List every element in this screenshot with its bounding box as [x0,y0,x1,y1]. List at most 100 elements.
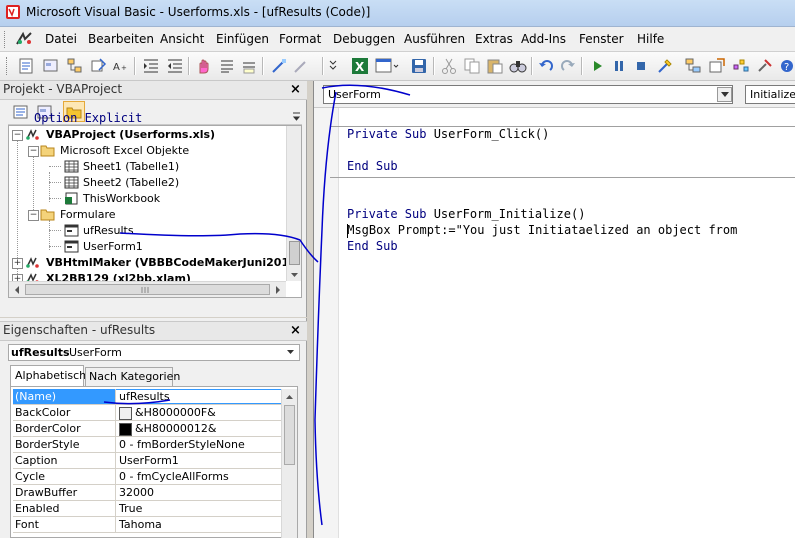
menu-einfuegen[interactable]: Einfügen [216,32,269,46]
properties-vscroll-thumb[interactable] [284,405,295,465]
property-row[interactable]: BackColor &H8000000F& [13,405,281,421]
find-icon[interactable] [509,57,527,75]
object-combo-button[interactable] [717,87,732,102]
toolbar-options-chevron-icon[interactable] [328,57,338,75]
font-size-icon[interactable]: A + [112,57,130,75]
save-icon[interactable] [410,57,428,75]
properties2-icon[interactable] [708,57,726,75]
property-value[interactable]: Tahoma [119,518,162,531]
scroll-up-icon[interactable] [285,393,294,400]
undo-icon[interactable] [537,57,555,75]
property-value[interactable]: &H8000000F& [135,406,216,419]
toolbar-help-icon[interactable]: ? [780,57,794,75]
quickinfo-icon[interactable] [240,57,258,75]
property-row[interactable]: BorderStyle 0 - fmBorderStyleNone [13,437,281,453]
margin-indicator-bar[interactable] [314,108,339,538]
object-browser-icon[interactable] [732,57,750,75]
object-combo[interactable]: UserForm [323,85,733,104]
comment-block-icon[interactable] [270,57,288,75]
view-object-icon[interactable] [42,57,60,75]
break-icon[interactable] [610,57,628,75]
properties-vertical-scrollbar[interactable] [281,389,297,538]
property-value[interactable]: 0 - fmCycleAllForms [119,470,229,483]
project-explorer-icon[interactable] [66,57,84,75]
tree-expand-icon[interactable]: + [12,258,23,269]
menu-datei[interactable]: Datei [45,32,77,46]
tree-hscroll-thumb[interactable] [25,284,270,295]
property-row[interactable]: BorderColor &H80000012& [13,421,281,437]
uncomment-block-icon[interactable] [292,57,310,75]
tree-horizontal-scrollbar[interactable] [9,281,286,297]
scroll-right-icon[interactable] [274,286,282,294]
properties-icon[interactable] [90,57,108,75]
design-mode-icon[interactable] [656,57,674,75]
property-value[interactable]: True [119,502,142,515]
tree-collapse-icon[interactable]: − [12,130,23,141]
tree-vertical-scrollbar[interactable] [286,126,301,281]
dropdown-arrow-icon[interactable] [286,349,295,356]
indent-icon[interactable] [142,57,160,75]
property-row[interactable]: Enabled True [13,501,281,517]
tab-alphabetical[interactable]: Alphabetisch [10,365,86,386]
toolbar-grip-left[interactable] [6,57,8,75]
tree-item-vbhtmlmaker[interactable]: VBHtmlMaker (VBBBCodeMakerJuni2016.x [46,256,301,269]
tab-categories[interactable]: Nach Kategorien [85,367,180,386]
scroll-down-icon[interactable] [290,271,299,279]
project-tree[interactable]: − VBAProject (Userforms.xls) − Microsoft… [8,125,302,298]
run-icon[interactable] [588,57,606,75]
cut-icon[interactable] [440,57,458,75]
menu-extras[interactable]: Extras [475,32,513,46]
tree-item-sheet1[interactable]: Sheet1 (Tabelle1) [83,160,179,173]
tree-item-ufresults[interactable]: ufResults [83,224,134,237]
procedure-combo[interactable]: Initialize [745,85,795,104]
menu-format[interactable]: Format [279,32,321,46]
project-explorer2-icon[interactable] [684,57,702,75]
menu-hilfe[interactable]: Hilfe [637,32,664,46]
view-code-icon[interactable] [18,57,36,75]
property-value[interactable]: 32000 [119,486,154,499]
tree-item-sheet2[interactable]: Sheet2 (Tabelle2) [83,176,179,189]
tree-item-userform1[interactable]: UserForm1 [83,240,143,253]
paste-icon[interactable] [486,57,504,75]
tree-item-forms[interactable]: Formulare [60,208,116,221]
view-code-icon[interactable] [13,104,29,120]
toolbox-icon[interactable] [756,57,774,75]
menu-bearbeiten[interactable]: Bearbeiten [88,32,154,46]
insert-userform-icon[interactable] [375,57,399,75]
code-line[interactable]: MsgBox Prompt:="You just Initiataelized … [340,223,737,237]
scroll-left-icon[interactable] [13,286,21,294]
menubar-grip[interactable] [4,31,8,48]
menu-debuggen[interactable]: Debuggen [333,32,395,46]
menu-ausfuehren[interactable]: Ausführen [404,32,465,46]
menu-addins[interactable]: Add-Ins [521,32,566,46]
property-row[interactable]: DrawBuffer 32000 [13,485,281,501]
property-row[interactable]: (Name) ufResults [13,389,281,405]
menu-ansicht[interactable]: Ansicht [160,32,204,46]
redo-icon[interactable] [559,57,577,75]
reset-icon[interactable] [632,57,650,75]
project-close-icon[interactable]: × [289,83,302,96]
view-excel-icon[interactable]: X [351,57,369,75]
property-value[interactable]: 0 - fmBorderStyleNone [119,438,245,451]
property-row[interactable]: Caption UserForm1 [13,453,281,469]
object-select[interactable]: ufResults UserForm [8,344,300,361]
property-value[interactable]: ufResults [116,390,281,403]
menu-fenster[interactable]: Fenster [579,32,624,46]
code-line[interactable]: End Sub [347,239,398,253]
tree-collapse-icon[interactable]: − [28,146,39,157]
copy-icon[interactable] [463,57,481,75]
code-line[interactable]: Private Sub UserForm_Click() [347,127,549,141]
tree-item-excel-objects[interactable]: Microsoft Excel Objekte [60,144,189,157]
tree-vscroll-thumb[interactable] [289,241,300,265]
list-icon[interactable] [218,57,236,75]
property-value[interactable]: &H80000012& [135,422,216,435]
tree-item-thisworkbook[interactable]: ThisWorkbook [83,192,160,205]
tree-item-vbaproject[interactable]: VBAProject (Userforms.xls) [46,128,215,141]
tree-collapse-icon[interactable]: − [28,210,39,221]
outdent-icon[interactable] [166,57,184,75]
properties-close-icon[interactable]: × [289,324,302,337]
vba-menu-icon[interactable] [14,30,34,48]
code-line[interactable]: Private Sub UserForm_Initialize() [347,207,585,221]
property-row[interactable]: Font Tahoma [13,517,281,533]
project-toolbar-chevron-icon[interactable] [292,112,301,122]
